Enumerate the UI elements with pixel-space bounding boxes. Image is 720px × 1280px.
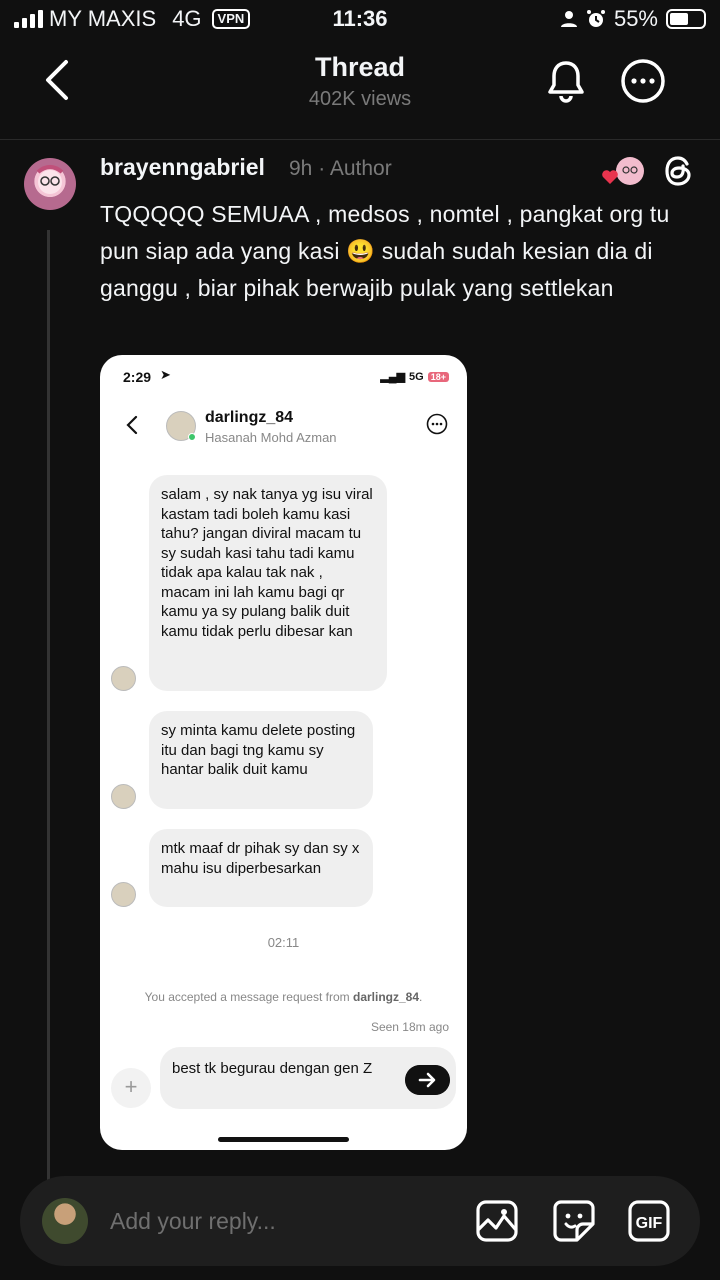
- gif-icon[interactable]: GIF: [626, 1198, 672, 1244]
- message-input[interactable]: best tk begurau dengan gen Z: [160, 1047, 456, 1109]
- screenshot-battery: 18+: [427, 371, 449, 382]
- thread-header: Thread 402K views: [0, 40, 720, 140]
- attached-screenshot[interactable]: 2:29 ➤ ▂▄▆ 5G 18+ darlingz_84 Hasanah Mo…: [100, 355, 467, 1150]
- message-bubble: mtk maaf dr pihak sy dan sy x mahu isu d…: [149, 829, 373, 907]
- online-indicator: [188, 433, 196, 441]
- threads-logo-icon[interactable]: [660, 152, 698, 190]
- thread-line: [47, 230, 50, 1180]
- battery-icon: [666, 9, 706, 29]
- views-count: 402K views: [308, 88, 412, 110]
- status-bar: MY MAXIS 4G VPN 11:36 55%: [0, 0, 720, 40]
- message-bubble: salam , sy nak tanya yg isu viral kastam…: [149, 475, 387, 691]
- person-icon: [560, 11, 577, 27]
- dm-more-icon[interactable]: [426, 413, 448, 435]
- message-timestamp: 02:11: [267, 935, 300, 950]
- location-arrow-icon: ➤: [160, 367, 171, 382]
- dm-back-icon[interactable]: [124, 415, 140, 435]
- post-text: TQQQQQ SEMUAA , medsos , nomtel , pangka…: [100, 201, 670, 301]
- more-options-icon[interactable]: [620, 58, 666, 104]
- message-draft: best tk begurau dengan gen Z: [172, 1060, 373, 1077]
- screenshot-signal-icon: ▂▄▆: [380, 371, 406, 383]
- message-avatar: [111, 666, 136, 691]
- reply-bar[interactable]: Add your reply... GIF: [20, 1176, 700, 1266]
- alarm-icon: [586, 10, 605, 27]
- svg-text:GIF: GIF: [636, 1215, 663, 1232]
- add-attachment-icon[interactable]: +: [111, 1068, 151, 1108]
- accepted-text: You accepted a message request from: [144, 990, 350, 1004]
- image-icon[interactable]: [474, 1198, 520, 1244]
- dm-header: darlingz_84 Hasanah Mohd Azman: [100, 403, 467, 453]
- accepted-username: darlingz_84: [352, 990, 420, 1004]
- post-meta: 9h · Author: [289, 157, 392, 180]
- user-avatar: [42, 1198, 88, 1244]
- contact-username[interactable]: darlingz_84: [205, 409, 293, 427]
- seen-status: Seen 18m ago: [370, 1020, 449, 1034]
- bell-icon[interactable]: [544, 58, 588, 104]
- request-accepted-notice: You accepted a message request from darl…: [144, 990, 423, 1004]
- home-indicator: [218, 1137, 349, 1142]
- screenshot-network: 5G: [409, 370, 424, 383]
- page-title: Thread: [314, 52, 406, 82]
- send-icon[interactable]: [405, 1065, 450, 1095]
- battery-percent: 55%: [613, 6, 658, 31]
- author-avatar[interactable]: [24, 158, 76, 210]
- reply-input[interactable]: Add your reply...: [110, 1208, 276, 1235]
- author-username[interactable]: brayenngabriel: [100, 154, 265, 181]
- screenshot-status-bar: 2:29 ➤ ▂▄▆ 5G 18+: [100, 355, 467, 395]
- message-avatar: [111, 784, 136, 809]
- message-bubble: sy minta kamu delete posting itu dan bag…: [149, 711, 373, 809]
- screenshot-time: 2:29: [123, 369, 152, 385]
- message-avatar: [111, 882, 136, 907]
- liked-by-author-icon: [602, 157, 644, 185]
- sticker-icon[interactable]: [551, 1198, 597, 1244]
- contact-fullname: Hasanah Mohd Azman: [205, 430, 337, 445]
